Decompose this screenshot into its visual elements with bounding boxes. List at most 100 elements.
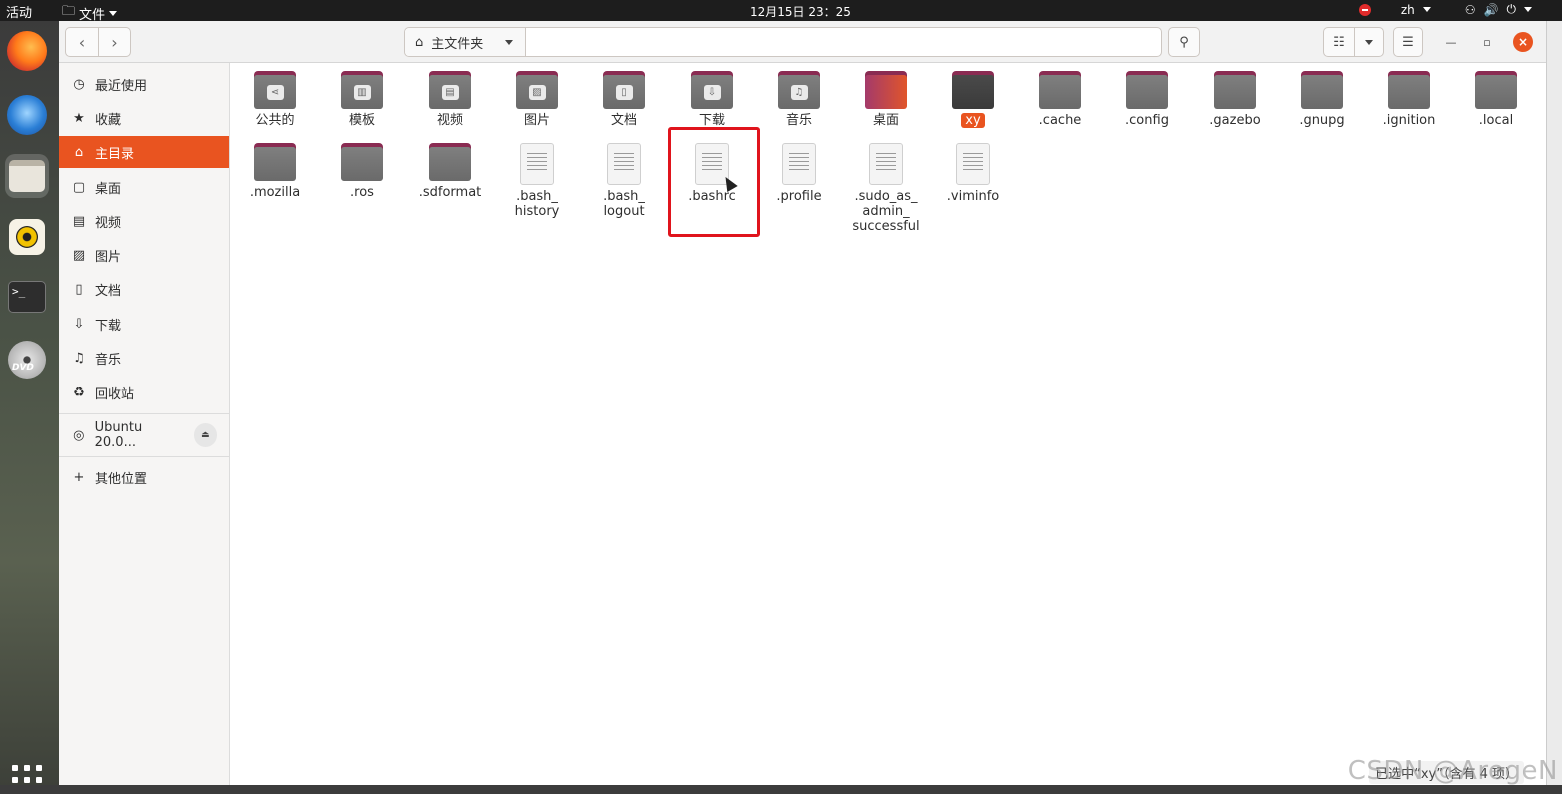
file-label: xy (961, 113, 985, 128)
desktop-icon: ▢ (72, 179, 86, 195)
activities-button[interactable]: 活动 (6, 2, 32, 21)
bottom-edge (0, 785, 1562, 794)
file-item-viminfo[interactable]: .viminfo (933, 143, 1013, 204)
file-label: .cache (1038, 113, 1082, 128)
sidebar-item-label: 桌面 (95, 181, 122, 197)
text-file-icon (869, 143, 903, 185)
sidebar-item-label: 图片 (95, 249, 122, 265)
file-item-gazebo[interactable]: .gazebo (1195, 71, 1275, 128)
search-button[interactable]: ⚲ (1168, 27, 1200, 57)
file-item-sudo-as-admin-successful[interactable]: .sudo_as_ admin_ successful (846, 143, 926, 234)
sidebar-item-music[interactable]: ♫ 音乐 (59, 342, 229, 374)
file-item-xy[interactable]: xy (933, 71, 1013, 128)
highlight-box (668, 127, 760, 237)
chevron-down-icon (1365, 39, 1373, 45)
path-label: 主文件夹 (431, 36, 484, 52)
file-item-public[interactable]: ⋖ 公共的 (235, 71, 315, 128)
file-label: 桌面 (872, 113, 899, 128)
file-item-videos[interactable]: ▤ 视频 (410, 71, 490, 128)
file-item-downloads[interactable]: ⇩ 下载 (672, 71, 752, 128)
file-item-profile[interactable]: .profile (759, 143, 839, 204)
sidebar-item-trash[interactable]: ♻ 回收站 (59, 376, 229, 408)
top-bar: 活动 🗀 文件 12月15日 23：25 zh ⚇ 🔊 ⏻ (0, 0, 1562, 23)
dvd-icon[interactable]: DVD (5, 338, 49, 382)
sidebar-item-label: 最近使用 (95, 78, 148, 94)
file-label: .bash_ logout (603, 189, 645, 219)
file-item-pictures[interactable]: ▨ 图片 (497, 71, 577, 128)
file-item-gnupg[interactable]: .gnupg (1282, 71, 1362, 128)
chevron-down-icon (1422, 7, 1431, 12)
file-manager-window: ‹ › ⌂ 主文件夹 ⚲ ☷ ☰ — ▫ × ◷ 最近使用 ★ 收藏 ⌂ 主目录 (59, 21, 1546, 794)
file-grid: ⋖ 公共的 ▥ 模板 ▤ 视频 ▨ 图片 ▯ 文档 ⇩ 下载 ♫ 音乐 桌面 x… (230, 63, 1546, 794)
chevron-down-icon (109, 10, 118, 16)
file-item-music[interactable]: ♫ 音乐 (759, 71, 839, 128)
sidebar-item-home[interactable]: ⌂ 主目录 (59, 136, 229, 168)
terminal-icon[interactable]: >_ (5, 275, 49, 319)
video-icon: ▤ (72, 213, 86, 229)
thunderbird-icon[interactable] (5, 93, 49, 137)
list-view-button[interactable]: ☷ (1323, 27, 1355, 57)
file-item-mozilla[interactable]: .mozilla (235, 143, 315, 200)
view-options-button[interactable] (1354, 27, 1384, 57)
chevron-down-icon (505, 39, 514, 45)
menu-button[interactable]: ☰ (1393, 27, 1423, 57)
minimize-button[interactable]: — (1441, 32, 1461, 52)
close-button[interactable]: × (1513, 32, 1533, 52)
navigation-buttons: ‹ › (65, 27, 131, 57)
file-item-bash-logout[interactable]: .bash_ logout (584, 143, 664, 219)
file-item-cache[interactable]: .cache (1020, 71, 1100, 128)
file-label: .sudo_as_ admin_ successful (852, 189, 920, 234)
firefox-icon[interactable] (5, 29, 49, 73)
text-file-icon (520, 143, 554, 185)
file-item-bash-history[interactable]: .bash_ history (497, 143, 577, 219)
system-tray[interactable]: zh ⚇ 🔊 ⏻ (1358, 2, 1532, 17)
file-label: .profile (776, 189, 822, 204)
sidebar-item-recent[interactable]: ◷ 最近使用 (59, 68, 229, 100)
maximize-button[interactable]: ▫ (1477, 32, 1497, 52)
clock[interactable]: 12月15日 23：25 (750, 3, 851, 20)
path-home-button[interactable]: ⌂ 主文件夹 (405, 28, 527, 56)
file-label: .ignition (1382, 113, 1436, 128)
sidebar-item-downloads[interactable]: ⇩ 下载 (59, 308, 229, 340)
sidebar-item-documents[interactable]: ▯ 文档 (59, 273, 229, 305)
template-icon: ▥ (353, 84, 371, 100)
input-method-label[interactable]: zh (1401, 3, 1415, 17)
sidebar-item-label: 下载 (95, 318, 122, 334)
file-label: 图片 (523, 113, 550, 128)
document-icon: ▯ (615, 84, 633, 100)
file-item-desktop[interactable]: 桌面 (846, 71, 926, 128)
file-item-ros[interactable]: .ros (322, 143, 402, 200)
clock-icon: ◷ (73, 76, 85, 92)
files-icon[interactable] (5, 154, 49, 198)
sidebar-item-videos[interactable]: ▤ 视频 (59, 205, 229, 237)
window-edge (1546, 21, 1562, 785)
file-label: 音乐 (785, 113, 812, 128)
sidebar-item-label: 回收站 (95, 386, 135, 402)
hamburger-icon: ☰ (1402, 34, 1414, 50)
sidebar-item-other-locations[interactable]: + 其他位置 (59, 461, 229, 493)
file-item-ignition[interactable]: .ignition (1369, 71, 1449, 128)
sidebar-item-starred[interactable]: ★ 收藏 (59, 102, 229, 134)
sidebar-item-pictures[interactable]: ▨ 图片 (59, 239, 229, 271)
file-label: .gnupg (1299, 113, 1345, 128)
download-icon: ⇩ (703, 84, 721, 100)
file-label: .viminfo (946, 189, 1000, 204)
sidebar-item-label: 其他位置 (95, 471, 148, 487)
file-item-config[interactable]: .config (1107, 71, 1187, 128)
file-label: .local (1478, 113, 1514, 128)
sidebar-item-desktop[interactable]: ▢ 桌面 (59, 171, 229, 203)
path-bar[interactable]: ⌂ 主文件夹 (404, 27, 1162, 57)
rhythmbox-icon[interactable] (5, 215, 49, 259)
forward-button[interactable]: › (98, 28, 130, 56)
file-item-templates[interactable]: ▥ 模板 (322, 71, 402, 128)
file-item-local[interactable]: .local (1456, 71, 1536, 128)
sidebar-item-volume[interactable]: ◎ Ubuntu 20.0... ⏏ (59, 419, 229, 451)
download-icon: ⇩ (73, 316, 85, 332)
back-button[interactable]: ‹ (66, 28, 98, 56)
eject-icon[interactable]: ⏏ (193, 423, 217, 447)
file-label: .mozilla (249, 185, 301, 200)
sidebar-item-label: 视频 (95, 215, 122, 231)
file-item-documents[interactable]: ▯ 文档 (584, 71, 664, 128)
file-item-sdformat[interactable]: .sdformat (410, 143, 490, 200)
file-label: 文档 (610, 113, 637, 128)
